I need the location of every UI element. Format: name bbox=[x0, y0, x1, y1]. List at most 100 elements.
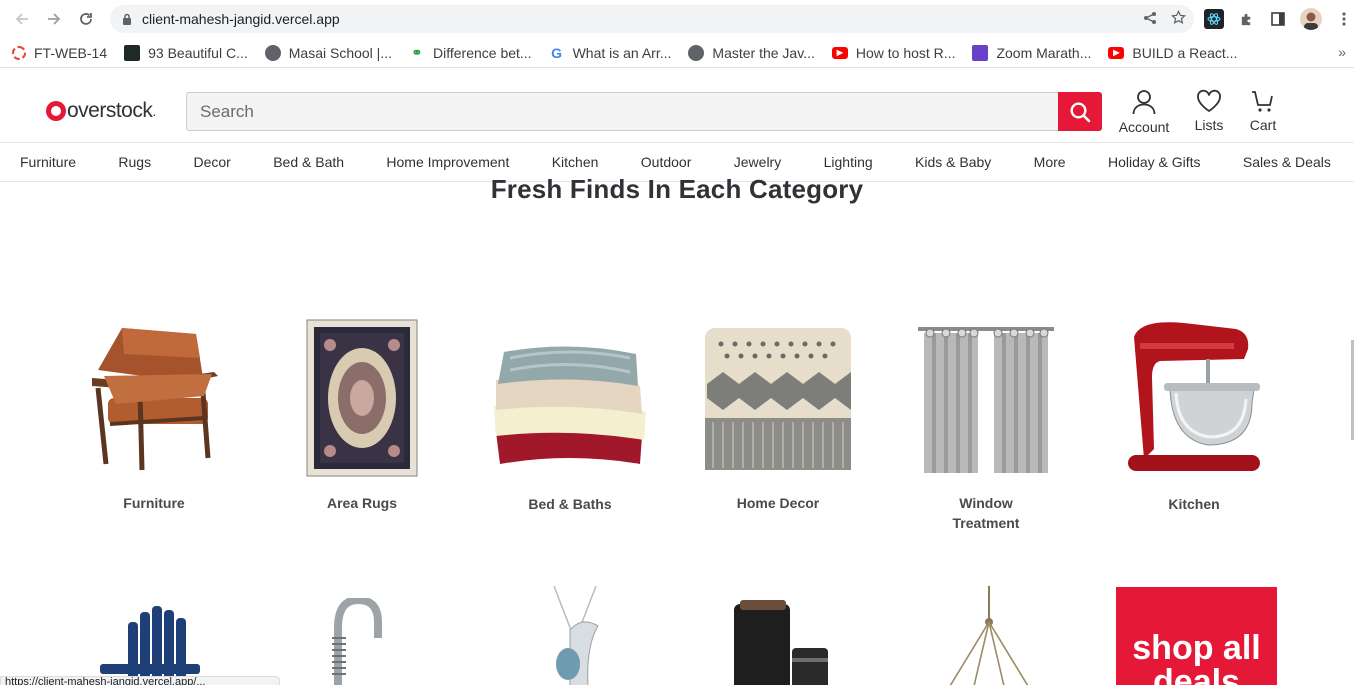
reload-icon bbox=[80, 13, 92, 25]
cart-button[interactable]: Cart bbox=[1246, 89, 1280, 135]
nav-item-sales-deals[interactable]: Sales & Deals bbox=[1243, 154, 1331, 170]
category-label: Bed & Baths bbox=[528, 496, 612, 512]
nav-item-holiday-gifts[interactable]: Holiday & Gifts bbox=[1108, 154, 1201, 170]
shop-all-deals-tile[interactable]: shop all deals bbox=[1116, 587, 1277, 685]
bookmark-label: How to host R... bbox=[855, 44, 956, 61]
bookmark-favicon-icon bbox=[264, 44, 281, 61]
category-tile-window-treatment[interactable]: Window Treatment bbox=[882, 310, 1090, 533]
nav-item-more[interactable]: More bbox=[1034, 154, 1066, 170]
reload-button[interactable] bbox=[70, 0, 102, 38]
rug-image bbox=[258, 310, 466, 485]
bookmarks-bar: FT-WEB-14 93 Beautiful C... Masai School |… bbox=[0, 38, 1354, 68]
bookmark-favicon-icon: ▶ bbox=[831, 46, 848, 59]
bookmark-item[interactable]: Zoom Marath... bbox=[972, 44, 1092, 61]
bookmarks-overflow-button[interactable]: » bbox=[1338, 44, 1346, 60]
search-bar bbox=[186, 92, 1102, 131]
nav-item-lighting[interactable]: Lighting bbox=[824, 154, 873, 170]
bookmark-favicon-icon bbox=[124, 44, 141, 61]
back-button[interactable] bbox=[6, 0, 38, 38]
menu-kebab-icon[interactable] bbox=[1334, 9, 1354, 29]
bookmark-label: FT-WEB-14 bbox=[34, 44, 108, 61]
bookmark-item[interactable]: Masai School |... bbox=[264, 44, 392, 61]
bookmark-item[interactable]: ⚭ Difference bet... bbox=[409, 45, 532, 61]
cart-icon bbox=[1252, 91, 1273, 112]
overstock-logo[interactable]: overstock. bbox=[46, 99, 156, 123]
arrow-right-icon bbox=[48, 13, 61, 25]
category-label: Furniture bbox=[123, 495, 185, 511]
category-label: Home Decor bbox=[736, 495, 820, 511]
category-tile-home-improvement[interactable] bbox=[318, 595, 388, 685]
nav-item-bed-bath[interactable]: Bed & Bath bbox=[273, 154, 344, 170]
category-label: Window Treatment bbox=[952, 495, 1020, 531]
extensions-puzzle-icon[interactable] bbox=[1236, 9, 1256, 29]
nav-item-jewelry[interactable]: Jewelry bbox=[734, 154, 781, 170]
category-tile-bed-baths[interactable]: Bed & Baths bbox=[466, 310, 674, 514]
bookmark-favicon-icon bbox=[972, 44, 989, 61]
category-tile-lighting[interactable] bbox=[944, 586, 1034, 685]
pendant-necklace-image bbox=[553, 585, 599, 685]
bookmark-item[interactable]: G What is an Arr... bbox=[549, 44, 672, 61]
category-tile-kitchen[interactable]: Kitchen bbox=[1090, 310, 1298, 514]
arrow-left-icon bbox=[15, 13, 28, 25]
url-text: client-mahesh-jangid.vercel.app bbox=[142, 11, 340, 27]
chandelier-image bbox=[949, 586, 1029, 685]
bookmark-label: Masai School |... bbox=[288, 44, 392, 61]
nav-item-rugs[interactable]: Rugs bbox=[118, 154, 151, 170]
nav-item-kitchen[interactable]: Kitchen bbox=[552, 154, 599, 170]
bookmark-label: Zoom Marath... bbox=[996, 44, 1092, 61]
curtains-image bbox=[882, 310, 1090, 485]
bookmark-item[interactable]: ▶ How to host R... bbox=[831, 44, 956, 61]
nav-item-furniture[interactable]: Furniture bbox=[20, 154, 76, 170]
logo-mark-icon bbox=[46, 101, 66, 121]
cart-label: Cart bbox=[1249, 117, 1277, 133]
bookmark-item[interactable]: FT-WEB-14 bbox=[12, 45, 107, 61]
nav-item-outdoor[interactable]: Outdoor bbox=[641, 154, 692, 170]
pillow-image bbox=[674, 310, 882, 485]
nav-item-decor[interactable]: Decor bbox=[193, 154, 230, 170]
category-tile-home-decor[interactable]: Home Decor bbox=[674, 310, 882, 513]
share-icon[interactable] bbox=[1143, 11, 1157, 28]
heart-icon bbox=[1197, 89, 1221, 113]
bookmark-favicon-icon: ▶ bbox=[1108, 46, 1125, 59]
lists-button[interactable]: Lists bbox=[1192, 89, 1226, 135]
category-tile-coffee[interactable] bbox=[730, 598, 830, 685]
bookmark-label: Master the Jav... bbox=[712, 44, 815, 61]
bookmark-label: 93 Beautiful C... bbox=[148, 44, 248, 61]
site-header: overstock. Account Lists Cart bbox=[0, 69, 1354, 143]
folded-blankets-image bbox=[466, 310, 674, 485]
armchair-image bbox=[50, 310, 258, 485]
search-input[interactable] bbox=[187, 93, 1058, 130]
bookmark-favicon-icon: G bbox=[551, 44, 563, 61]
bookmark-item[interactable]: Master the Jav... bbox=[688, 44, 815, 61]
category-tile-furniture[interactable]: Furniture bbox=[50, 310, 258, 513]
bookmark-item[interactable]: 93 Beautiful C... bbox=[124, 44, 248, 61]
category-tile-jewelry[interactable] bbox=[540, 585, 610, 685]
status-bar: https://client-mahesh-jangid.vercel.app/… bbox=[0, 676, 280, 685]
bookmark-star-icon[interactable] bbox=[1170, 9, 1187, 28]
nav-item-home-improvement[interactable]: Home Improvement bbox=[386, 154, 509, 170]
bookmark-favicon-icon bbox=[12, 45, 26, 60]
search-icon bbox=[1070, 101, 1091, 122]
category-label: Area Rugs bbox=[326, 495, 398, 511]
profile-avatar[interactable] bbox=[1300, 8, 1322, 30]
kitchen-faucet-image bbox=[332, 595, 382, 685]
lists-label: Lists bbox=[1194, 117, 1224, 133]
bookmark-label: Difference bet... bbox=[433, 44, 532, 61]
side-panel-icon[interactable] bbox=[1268, 9, 1288, 29]
forward-button[interactable] bbox=[38, 0, 70, 38]
bookmark-label: What is an Arr... bbox=[572, 44, 672, 61]
account-button[interactable]: Account bbox=[1118, 89, 1170, 135]
logo-text: overstock bbox=[67, 99, 153, 122]
page-title: Fresh Finds In Each Category bbox=[490, 174, 864, 204]
category-tile-outdoor[interactable] bbox=[100, 604, 210, 685]
address-bar[interactable]: client-mahesh-jangid.vercel.app bbox=[110, 5, 1194, 33]
stand-mixer-image bbox=[1090, 310, 1298, 485]
bookmark-favicon-icon: ⚭ bbox=[411, 44, 423, 60]
react-devtools-icon[interactable] bbox=[1204, 9, 1224, 29]
category-tile-area-rugs[interactable]: Area Rugs bbox=[258, 310, 466, 513]
account-label: Account bbox=[1118, 119, 1170, 135]
search-button[interactable] bbox=[1058, 92, 1102, 131]
nav-item-kids-baby[interactable]: Kids & Baby bbox=[915, 154, 991, 170]
bookmark-item[interactable]: ▶ BUILD a React... bbox=[1108, 45, 1237, 61]
browser-toolbar: client-mahesh-jangid.vercel.app bbox=[0, 0, 1354, 38]
